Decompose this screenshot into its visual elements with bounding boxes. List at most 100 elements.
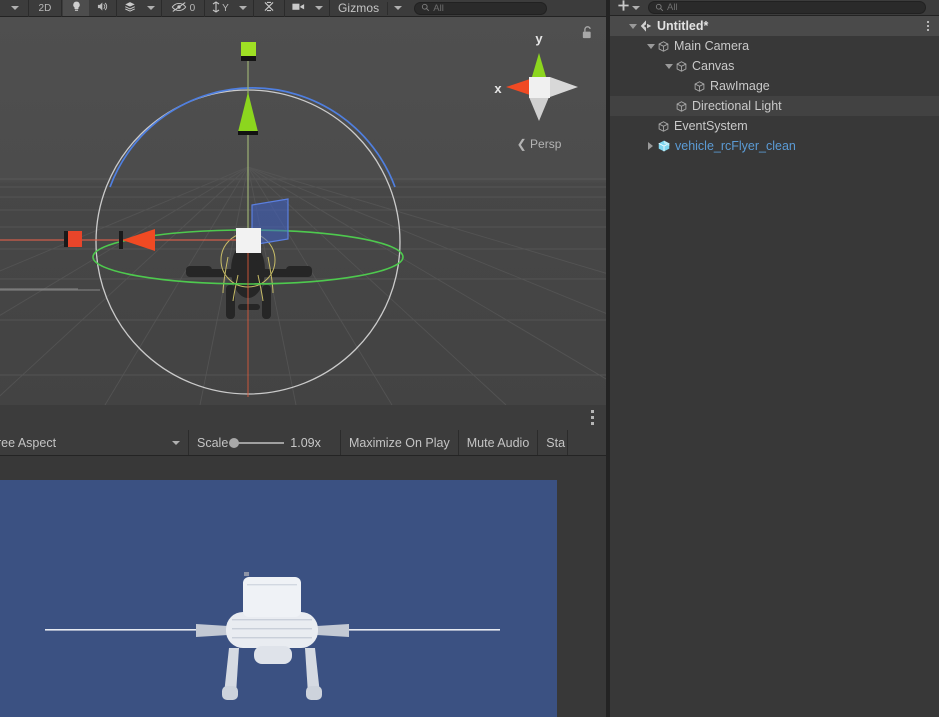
hierarchy-row-untitled[interactable]: Untitled* [610,16,939,36]
game-view-more-options[interactable] [591,410,594,425]
hierarchy-add-button[interactable] [610,0,645,15]
gameobject-cube-icon [693,80,706,93]
scene-2d-label: 2D [38,2,52,14]
move-handle-center [236,228,261,253]
foldout-expanded-icon[interactable] [626,23,639,29]
hierarchy-toolbar: All [610,0,939,16]
game-view-tabbar [0,405,606,430]
unity-editor-window: 2D 0 Y Gizmos All y x ❮ Persp ree Aspect… [0,0,939,717]
foldout-expanded-icon[interactable] [644,43,657,49]
projection-arrow-icon: ❮ [516,137,527,151]
eye-crossed-icon [171,1,187,16]
chevron-down-icon [147,6,155,10]
hierarchy-row-label: Untitled* [657,19,709,33]
scale-handle-y [241,42,256,61]
scene-gizmos-group: Gizmos [330,0,408,17]
hierarchy-row-label: vehicle_rcFlyer_clean [675,139,796,153]
foldout-expanded-icon[interactable] [662,63,675,69]
hierarchy-row-rawimage[interactable]: RawImage [610,76,939,96]
scene-viewport[interactable]: y x ❮ Persp [0,17,606,405]
scene-gizmos-dropdown[interactable] [389,0,407,16]
scene-grid-axis-toggle[interactable]: Y [206,0,234,16]
layers-icon [123,0,137,16]
scale-slider-track[interactable] [229,437,285,448]
speaker-icon [95,0,109,16]
hierarchy-panel: All Untitled* Main Camera Canvas RawImage Di… [610,0,939,717]
left-column: 2D 0 Y Gizmos All y x ❮ Persp ree Aspect… [0,0,606,717]
maximize-on-play-toggle[interactable]: Maximize On Play [341,430,459,455]
rotate-handle-z [109,87,396,188]
gizmo-cone-y-neg [529,97,549,121]
game-view-right-gutter [557,456,606,717]
hierarchy-search-placeholder: All [667,2,678,13]
chevron-down-icon [172,440,180,445]
mute-audio-toggle[interactable]: Mute Audio [458,430,539,455]
hidden-objects-count: 0 [189,2,196,14]
scene-hidden-objects-group: 0 [162,0,205,17]
chevron-down-icon [632,5,640,10]
gizmo-cone-z-neg [550,77,578,97]
scene-fx-toggle[interactable] [118,0,142,16]
search-icon [421,0,430,17]
aspect-ratio-label: ree Aspect [0,435,57,450]
scene-grid-dropdown[interactable] [234,0,252,16]
scale-slider-knob[interactable] [229,437,240,448]
search-icon [655,0,664,17]
prefab-icon [657,139,671,153]
hierarchy-row-label: RawImage [710,79,770,93]
gameobject-cube-icon [675,60,688,73]
scene-hidden-objects-toggle[interactable]: 0 [163,0,203,16]
game-scale-slider[interactable]: Scale 1.09x [189,430,341,455]
hierarchy-tree[interactable]: Untitled* Main Camera Canvas RawImage Direct… [610,16,939,717]
scene-fx-group [117,0,162,17]
hierarchy-row-directional-light[interactable]: Directional Light [610,96,939,116]
hierarchy-row-main-camera[interactable]: Main Camera [610,36,939,56]
stats-label: Sta [546,435,566,450]
scene-search-placeholder: All [433,2,444,14]
hierarchy-row-label: EventSystem [674,119,748,133]
grid-y-icon [211,0,221,16]
chevron-down-icon [315,6,323,10]
gameobject-cube-icon [675,100,688,113]
gameobject-cube-icon [657,40,670,53]
scene-camera-icon [291,1,306,15]
hierarchy-row-vehicle-rcflyer-clean[interactable]: vehicle_rcFlyer_clean [610,136,939,156]
foldout-collapsed-icon[interactable] [644,142,657,150]
scene-search-input[interactable]: All [414,0,548,17]
snap-increment-icon [262,0,276,16]
plus-icon [617,0,630,17]
scene-2d-toggle[interactable]: 2D [30,0,60,16]
scene-gizmos-toggle[interactable]: Gizmos [331,0,386,16]
maximize-on-play-label: Maximize On Play [349,435,450,450]
scene-camera-group [285,0,330,17]
scene-view-mode-group [0,0,29,17]
scene-projection-mode[interactable]: ❮ Persp [480,137,598,151]
scene-camera-toggle[interactable] [286,0,310,16]
gizmos-separator [387,1,389,15]
game-view-top-gutter [0,456,557,480]
scene-context-menu-button[interactable] [927,16,929,36]
hierarchy-row-label: Directional Light [692,99,782,113]
scene-lighting-toggle[interactable] [63,0,89,16]
hierarchy-row-eventsystem[interactable]: EventSystem [610,116,939,136]
padlock-open-icon[interactable] [581,25,594,45]
scene-audio-toggle[interactable] [89,0,115,16]
scene-snap-toggle[interactable] [255,0,283,16]
hierarchy-row-canvas[interactable]: Canvas [610,56,939,76]
chevron-down-icon [11,6,19,10]
scale-label: Scale [197,435,229,450]
scene-view-options-dropdown[interactable] [1,0,27,16]
game-render [0,480,557,717]
scene-view-toolbar: 2D 0 Y Gizmos All [0,0,606,17]
scene-camera-dropdown[interactable] [310,0,328,16]
gizmo-x-label: x [494,81,502,96]
game-viewport[interactable] [0,480,557,717]
stats-toggle[interactable]: Sta [538,430,569,455]
aspect-ratio-dropdown[interactable]: ree Aspect [0,430,189,455]
scene-lighting-audio-group [62,0,117,17]
hierarchy-search-input[interactable]: All [648,1,926,14]
gizmo-center-cube [529,77,550,98]
chevron-down-icon [394,6,403,10]
move-handle-x [119,229,155,251]
scene-fx-dropdown[interactable] [142,0,160,16]
